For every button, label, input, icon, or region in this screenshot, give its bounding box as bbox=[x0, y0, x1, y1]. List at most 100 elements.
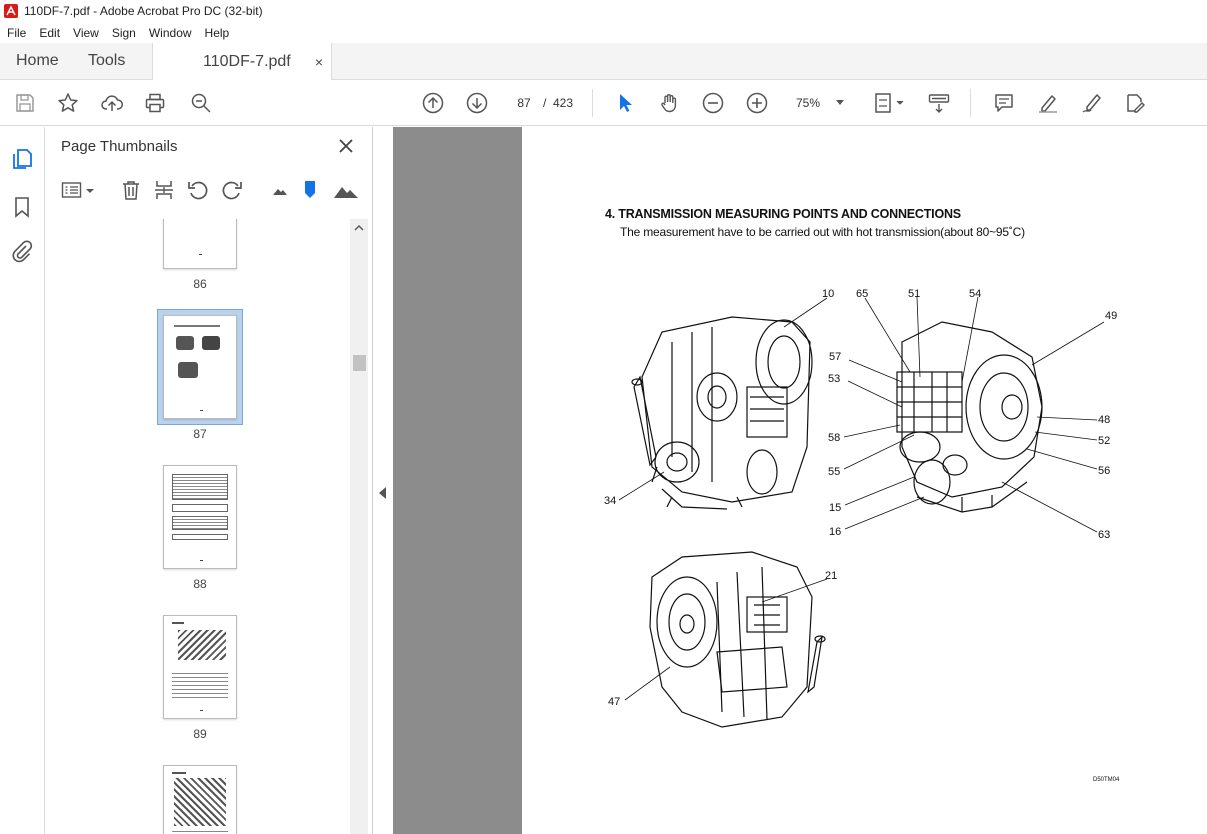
hand-tool-button[interactable] bbox=[657, 91, 681, 115]
printer-icon bbox=[145, 93, 165, 113]
previous-page-button[interactable] bbox=[421, 91, 445, 115]
minus-circle-icon bbox=[702, 92, 724, 114]
list-options-icon bbox=[61, 182, 94, 198]
select-tool-button[interactable] bbox=[613, 91, 637, 115]
thumb-figure bbox=[202, 336, 220, 350]
scroll-up-arrow-icon bbox=[354, 225, 364, 231]
callout-label: 47 bbox=[608, 696, 621, 708]
page-thumbnails-panel: Page Thumbnails 86 87 88 89 bbox=[45, 127, 373, 834]
thumb-text-block bbox=[172, 670, 228, 698]
zoom-out-button[interactable] bbox=[701, 91, 725, 115]
comment-button[interactable] bbox=[992, 91, 1016, 115]
page-thumbnails-toggle[interactable] bbox=[10, 147, 34, 171]
menu-view[interactable]: View bbox=[66, 26, 105, 40]
menu-window[interactable]: Window bbox=[142, 26, 198, 40]
callout-label: 34 bbox=[604, 495, 617, 507]
page-footer-mark bbox=[200, 710, 203, 711]
menu-file[interactable]: File bbox=[0, 26, 32, 40]
thumb-figure bbox=[178, 362, 198, 378]
toolbar-divider bbox=[592, 89, 593, 117]
menu-bar: File Edit View Sign Window Help bbox=[0, 22, 1207, 43]
extract-pages-button[interactable] bbox=[153, 179, 175, 201]
plus-circle-icon bbox=[746, 92, 768, 114]
highlight-button[interactable] bbox=[1036, 91, 1060, 115]
thumbnail-label: 88 bbox=[193, 577, 207, 591]
callout-label: 21 bbox=[825, 570, 838, 582]
zoom-in-button[interactable] bbox=[745, 91, 769, 115]
fit-page-icon bbox=[875, 93, 904, 113]
delete-pages-button[interactable] bbox=[120, 179, 142, 201]
slider-handle-icon bbox=[305, 181, 315, 198]
save-icon bbox=[16, 94, 34, 112]
close-icon bbox=[339, 139, 353, 153]
page-fit-button[interactable] bbox=[871, 91, 907, 115]
trash-icon bbox=[123, 181, 139, 200]
arrow-down-circle-icon bbox=[466, 92, 488, 114]
callout-label: 49 bbox=[1105, 310, 1118, 322]
thumbnail-size-slider[interactable] bbox=[303, 179, 317, 201]
draw-button[interactable] bbox=[1080, 91, 1104, 115]
thumbnail-options-button[interactable] bbox=[61, 179, 97, 201]
rotate-right-button[interactable] bbox=[221, 179, 243, 201]
mountain-large-icon bbox=[334, 187, 358, 198]
document-viewer[interactable]: 4. TRANSMISSION MEASURING POINTS AND CON… bbox=[393, 127, 1207, 834]
toolbar-divider bbox=[970, 89, 971, 117]
callout-label: 53 bbox=[828, 373, 841, 385]
thumbnail-page-86[interactable] bbox=[163, 219, 237, 269]
tab-home[interactable]: Home bbox=[0, 42, 72, 79]
zoom-select[interactable]: 75% bbox=[786, 90, 852, 116]
close-panel-button[interactable] bbox=[337, 137, 355, 155]
thumbnail-size-large-button[interactable] bbox=[333, 179, 359, 201]
upload-button[interactable] bbox=[100, 91, 124, 115]
menu-help[interactable]: Help bbox=[198, 26, 236, 40]
callout-label: 55 bbox=[828, 466, 841, 478]
scroll-mode-button[interactable] bbox=[927, 91, 951, 115]
next-page-button[interactable] bbox=[465, 91, 489, 115]
thumbnail-size-small-button[interactable] bbox=[271, 179, 289, 201]
page-number-input[interactable]: 87 bbox=[509, 90, 539, 116]
save-button[interactable] bbox=[13, 91, 37, 115]
thumbnail-page-89[interactable] bbox=[163, 615, 237, 719]
star-icon bbox=[58, 93, 78, 112]
mountain-small-icon bbox=[273, 189, 287, 195]
panel-collapse-handle[interactable] bbox=[373, 127, 393, 834]
bookmarks-toggle[interactable] bbox=[10, 195, 34, 219]
acrobat-logo-icon bbox=[4, 4, 18, 18]
scrollbar-thumb[interactable] bbox=[353, 355, 366, 371]
attachments-toggle[interactable] bbox=[10, 240, 34, 264]
left-rail bbox=[0, 127, 45, 834]
thumb-text-block bbox=[172, 828, 228, 834]
cursor-arrow-icon bbox=[620, 94, 632, 112]
cloud-upload-icon bbox=[101, 95, 123, 111]
print-button[interactable] bbox=[143, 91, 167, 115]
thumbnail-page-90[interactable] bbox=[163, 765, 237, 834]
callout-label: 52 bbox=[1098, 435, 1111, 447]
thumb-figure bbox=[176, 336, 194, 350]
rotate-clockwise-icon bbox=[222, 181, 242, 200]
tab-tools[interactable]: Tools bbox=[72, 42, 152, 79]
callout-label: 63 bbox=[1098, 529, 1111, 541]
total-pages: 423 bbox=[553, 96, 574, 110]
close-tab-button[interactable]: × bbox=[315, 54, 323, 70]
arrow-up-circle-icon bbox=[422, 92, 444, 114]
thumbnail-label: 86 bbox=[193, 277, 207, 291]
tab-document[interactable]: 110DF-7.pdf × bbox=[152, 43, 332, 80]
thumb-heading-line bbox=[172, 622, 184, 624]
fill-sign-button[interactable] bbox=[1123, 91, 1147, 115]
thumbnail-page-87[interactable] bbox=[163, 315, 237, 419]
thumb-table bbox=[172, 534, 228, 540]
tab-document-label: 110DF-7.pdf bbox=[203, 52, 291, 70]
rotate-left-button[interactable] bbox=[187, 179, 209, 201]
zoom-search-button[interactable] bbox=[189, 91, 213, 115]
menu-sign[interactable]: Sign bbox=[105, 26, 142, 40]
thumb-heading-line bbox=[172, 772, 186, 774]
window-title: 110DF-7.pdf - Adobe Acrobat Pro DC (32-b… bbox=[24, 4, 263, 18]
tab-bar: Home Tools 110DF-7.pdf × bbox=[0, 43, 1207, 80]
highlighter-pen-icon bbox=[1039, 95, 1057, 113]
menu-edit[interactable]: Edit bbox=[32, 26, 66, 40]
chevron-left-icon bbox=[379, 487, 386, 499]
rotate-counterclockwise-icon bbox=[188, 181, 208, 200]
thumbnail-scrollbar[interactable] bbox=[350, 219, 368, 834]
thumbnail-page-88[interactable] bbox=[163, 465, 237, 569]
bookmark-star-button[interactable] bbox=[56, 91, 80, 115]
